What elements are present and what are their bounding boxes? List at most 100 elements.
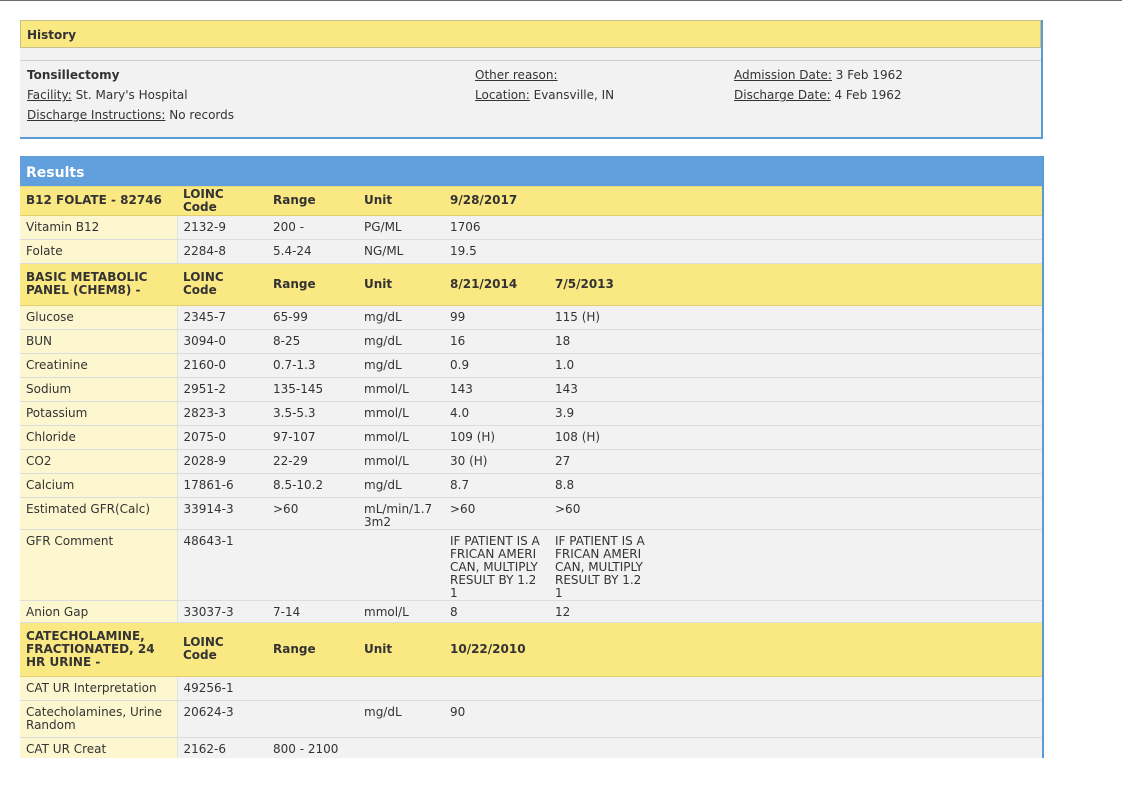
results-table: B12 FOLATE - 82746 LOINC Code Range Unit 9/2… bbox=[20, 187, 1042, 758]
range-header: Range bbox=[267, 187, 358, 216]
result-row: Sodium 2951-2 135-145 mmol/L 143 143 bbox=[20, 377, 1042, 402]
group-name: CATECHOLAMINE, FRACTIONATED, 24 HR URINE… bbox=[20, 622, 177, 677]
test-name: Potassium bbox=[20, 401, 178, 426]
value-2: 18 bbox=[549, 329, 654, 354]
reference-range bbox=[267, 676, 358, 701]
loinc-code: 33914-3 bbox=[177, 497, 267, 530]
value-1: 16 bbox=[444, 329, 549, 354]
value-2 bbox=[549, 676, 654, 701]
group-header-row: B12 FOLATE - 82746 LOINC Code Range Unit 9/2… bbox=[20, 187, 1042, 216]
loinc-header: LOINC Code bbox=[177, 263, 267, 306]
reference-range: 800 - 2100 bbox=[267, 737, 358, 758]
reference-range: 0.7-1.3 bbox=[267, 353, 358, 378]
spacer-cell bbox=[654, 700, 1042, 738]
discharge-date-label[interactable]: Discharge Date: bbox=[734, 88, 831, 102]
value-1: 109 (H) bbox=[444, 425, 549, 450]
spacer-cell bbox=[654, 215, 1042, 240]
discharge-instructions-label[interactable]: Discharge Instructions: bbox=[27, 108, 165, 122]
reference-range: 7-14 bbox=[267, 600, 358, 623]
loinc-code: 3094-0 bbox=[177, 329, 267, 354]
location-label[interactable]: Location: bbox=[475, 88, 530, 102]
spacer-cell bbox=[654, 377, 1042, 402]
spacer-cell bbox=[654, 529, 1042, 601]
unit bbox=[358, 737, 444, 758]
unit: mmol/L bbox=[358, 377, 444, 402]
admission-date-label[interactable]: Admission Date: bbox=[734, 68, 832, 82]
history-panel: History Tonsillectomy Facility: St. Mary… bbox=[20, 20, 1043, 139]
admission-date-value: 3 Feb 1962 bbox=[835, 68, 903, 82]
result-row: CAT UR Creat 2162-6 800 - 2100 bbox=[20, 737, 1042, 758]
discharge-date-value: 4 Feb 1962 bbox=[834, 88, 902, 102]
spacer-cell bbox=[654, 600, 1042, 623]
results-panel: Results B12 FOLATE - 82746 LOINC Code Rang… bbox=[20, 156, 1044, 758]
reference-range: 200 - bbox=[267, 215, 358, 240]
value-1: 143 bbox=[444, 377, 549, 402]
value-1: >60 bbox=[444, 497, 549, 530]
test-name: Folate bbox=[20, 239, 178, 264]
unit: mg/dL bbox=[358, 353, 444, 378]
facility-value: St. Mary's Hospital bbox=[75, 88, 188, 102]
admission-date-field: Admission Date: 3 Feb 1962 bbox=[734, 68, 903, 82]
reference-range: 65-99 bbox=[267, 305, 358, 330]
test-name: Sodium bbox=[20, 377, 178, 402]
value-2 bbox=[549, 737, 654, 758]
loinc-code: 48643-1 bbox=[177, 529, 267, 601]
test-name: CO2 bbox=[20, 449, 178, 474]
unit: mmol/L bbox=[358, 449, 444, 474]
facility-label[interactable]: Facility: bbox=[27, 88, 72, 102]
reference-range: 97-107 bbox=[267, 425, 358, 450]
loinc-code: 2284-8 bbox=[177, 239, 267, 264]
top-divider bbox=[0, 0, 1122, 1]
value-1: 0.9 bbox=[444, 353, 549, 378]
value-1 bbox=[444, 737, 549, 758]
loinc-code: 2823-3 bbox=[177, 401, 267, 426]
other-reason-label[interactable]: Other reason: bbox=[475, 68, 558, 82]
loinc-code: 2028-9 bbox=[177, 449, 267, 474]
spacer-cell bbox=[654, 401, 1042, 426]
unit: mg/dL bbox=[358, 473, 444, 498]
unit: mg/dL bbox=[358, 700, 444, 738]
spacer-cell bbox=[654, 737, 1042, 758]
value-2: 27 bbox=[549, 449, 654, 474]
value-1: 8 bbox=[444, 600, 549, 623]
loinc-code: 2162-6 bbox=[177, 737, 267, 758]
unit-header: Unit bbox=[358, 187, 444, 216]
group-header-row: CATECHOLAMINE, FRACTIONATED, 24 HR URINE… bbox=[20, 622, 1042, 677]
result-row: Chloride 2075-0 97-107 mmol/L 109 (H) 108 (H) bbox=[20, 425, 1042, 450]
reference-range: 8.5-10.2 bbox=[267, 473, 358, 498]
loinc-header: LOINC Code bbox=[177, 187, 267, 216]
loinc-code: 33037-3 bbox=[177, 600, 267, 623]
test-name: BUN bbox=[20, 329, 178, 354]
unit bbox=[358, 676, 444, 701]
unit: NG/ML bbox=[358, 239, 444, 264]
date-header-2 bbox=[549, 187, 654, 216]
other-reason-field: Other reason: bbox=[475, 68, 558, 82]
discharge-instructions-value: No records bbox=[169, 108, 234, 122]
loinc-code: 2132-9 bbox=[177, 215, 267, 240]
loinc-code: 20624-3 bbox=[177, 700, 267, 738]
discharge-instructions-field: Discharge Instructions: No records bbox=[27, 108, 234, 122]
test-name: CAT UR Interpretation bbox=[20, 676, 178, 701]
unit: PG/ML bbox=[358, 215, 444, 240]
unit: mmol/L bbox=[358, 401, 444, 426]
value-2 bbox=[549, 215, 654, 240]
value-2 bbox=[549, 700, 654, 738]
reference-range: 8-25 bbox=[267, 329, 358, 354]
test-name: CAT UR Creat bbox=[20, 737, 178, 758]
procedure-name: Tonsillectomy bbox=[27, 68, 120, 82]
value-2: 108 (H) bbox=[549, 425, 654, 450]
loinc-code: 2951-2 bbox=[177, 377, 267, 402]
reference-range bbox=[267, 529, 358, 601]
test-name: Catecholamines, Urine Random bbox=[20, 700, 178, 738]
value-2: >60 bbox=[549, 497, 654, 530]
unit: mmol/L bbox=[358, 425, 444, 450]
value-1: 90 bbox=[444, 700, 549, 738]
date-header-1: 8/21/2014 bbox=[444, 263, 549, 306]
test-name: GFR Comment bbox=[20, 529, 178, 601]
loinc-code: 2160-0 bbox=[177, 353, 267, 378]
result-row: Catecholamines, Urine Random 20624-3 mg/dL… bbox=[20, 700, 1042, 738]
spacer-cell bbox=[654, 329, 1042, 354]
test-name: Glucose bbox=[20, 305, 178, 330]
value-2: 8.8 bbox=[549, 473, 654, 498]
reference-range: 135-145 bbox=[267, 377, 358, 402]
